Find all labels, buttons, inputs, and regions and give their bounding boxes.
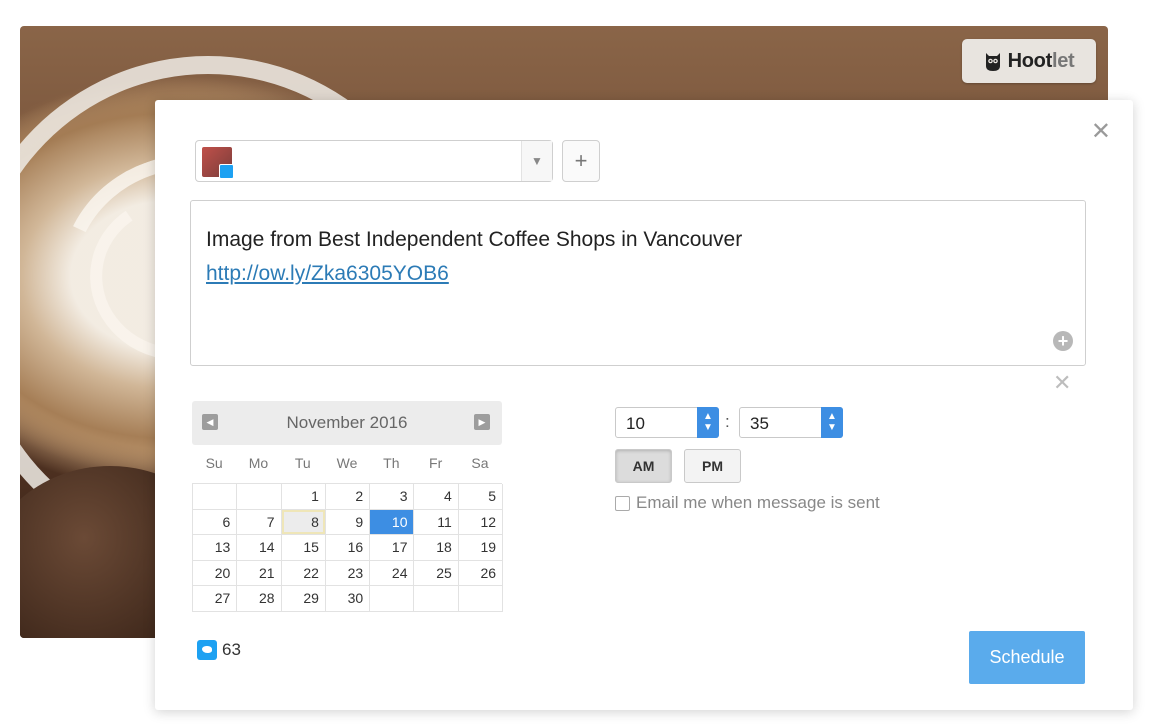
profile-avatar: [202, 147, 234, 179]
day-of-week-label: Su: [205, 455, 223, 471]
twitter-icon: [197, 640, 217, 660]
compose-dialog: ✕ ▼ + Image from Best Independent Coffee…: [155, 100, 1133, 710]
calendar-day[interactable]: 14: [237, 535, 282, 561]
email-option-label: Email me when message is sent: [636, 493, 880, 512]
days-of-week: Su Mo Tu We Th Fr Sa: [192, 455, 502, 475]
minute-spinner-icon[interactable]: ▲ ▼: [821, 407, 843, 438]
hour-select[interactable]: 10 ▲ ▼: [615, 407, 719, 438]
calendar-day[interactable]: 6: [193, 509, 238, 536]
time-separator: :: [725, 412, 730, 431]
calendar-day[interactable]: 19: [458, 535, 504, 561]
twitter-badge-icon: [219, 164, 234, 179]
calendar-day[interactable]: 7: [237, 509, 282, 536]
day-of-week-label: Fr: [429, 455, 443, 471]
calendar-day[interactable]: 28: [237, 586, 282, 612]
clear-schedule-icon[interactable]: ✕: [1053, 372, 1071, 394]
calendar-day[interactable]: 8: [281, 509, 326, 536]
calendar-empty-cell: [370, 586, 415, 612]
calendar-day[interactable]: 15: [281, 535, 326, 561]
day-of-week-label: We: [336, 455, 358, 471]
calendar-header: ◀ November 2016 ▶: [192, 401, 502, 445]
calendar-day[interactable]: 30: [325, 586, 371, 612]
character-counter: 63: [197, 640, 241, 660]
minute-value: 35: [750, 414, 769, 433]
calendar-day[interactable]: 4: [414, 484, 459, 510]
schedule-button[interactable]: Schedule: [969, 631, 1085, 684]
social-profile-select[interactable]: ▼: [195, 140, 553, 182]
add-attachment-icon[interactable]: +: [1053, 331, 1073, 351]
calendar-day[interactable]: 10: [370, 509, 415, 536]
brand-name: Hootlet: [1007, 49, 1075, 72]
calendar-day[interactable]: 13: [193, 535, 238, 561]
calendar-day[interactable]: 5: [458, 484, 504, 510]
calendar-day[interactable]: 2: [325, 484, 371, 510]
email-option[interactable]: Email me when message is sent: [615, 493, 880, 513]
calendar-day[interactable]: 29: [281, 586, 326, 612]
am-pm-toggle: AM PM: [615, 449, 741, 483]
calendar-day[interactable]: 16: [325, 535, 371, 561]
hour-spinner-icon[interactable]: ▲ ▼: [697, 407, 719, 438]
owl-icon: [985, 53, 1000, 71]
minute-select[interactable]: 35 ▲ ▼: [739, 407, 843, 438]
day-of-week-label: Th: [383, 455, 400, 471]
calendar-empty-cell: [237, 484, 282, 510]
calendar-day[interactable]: 23: [325, 560, 371, 587]
day-of-week-label: Sa: [471, 455, 489, 471]
chevron-down-icon[interactable]: ▼: [521, 141, 552, 181]
day-of-week-label: Mo: [248, 455, 269, 471]
calendar-day[interactable]: 25: [414, 560, 459, 587]
calendar-empty-cell: [458, 586, 504, 612]
calendar-day[interactable]: 26: [458, 560, 504, 587]
char-count-value: 63: [222, 640, 241, 659]
calendar-day[interactable]: 1: [281, 484, 326, 510]
email-checkbox[interactable]: [615, 495, 630, 511]
calendar-day[interactable]: 17: [370, 535, 415, 561]
day-of-week-label: Tu: [294, 455, 311, 471]
message-link[interactable]: http://ow.ly/Zka6305YOB6: [206, 262, 449, 285]
add-profile-button[interactable]: +: [562, 140, 600, 182]
close-icon[interactable]: ✕: [1091, 120, 1111, 144]
calendar-empty-cell: [414, 586, 459, 612]
next-month-icon[interactable]: ▶: [474, 414, 490, 430]
date-picker: ◀ November 2016 ▶ Su Mo Tu We Th Fr Sa 1234567…: [192, 401, 504, 612]
hour-value: 10: [626, 414, 645, 433]
month-label: November 2016: [286, 413, 408, 432]
calendar-day[interactable]: 12: [458, 509, 504, 536]
am-button[interactable]: AM: [615, 449, 672, 483]
message-textarea[interactable]: Image from Best Independent Coffee Shops…: [190, 200, 1086, 366]
hootlet-logo: Hootlet: [962, 39, 1096, 83]
calendar-day[interactable]: 3: [370, 484, 415, 510]
calendar-day[interactable]: 18: [414, 535, 459, 561]
calendar-grid: 1 2 3 4 5 6 7 8 9 10 11 12 13 14 15 16 17 18 19 20 21 22 23 24 2…: [192, 483, 504, 612]
calendar-day[interactable]: 20: [193, 560, 238, 587]
calendar-day[interactable]: 24: [370, 560, 415, 587]
calendar-empty-cell: [193, 484, 238, 510]
prev-month-icon[interactable]: ◀: [202, 414, 218, 430]
calendar-day[interactable]: 22: [281, 560, 326, 587]
calendar-day[interactable]: 27: [193, 586, 238, 612]
calendar-day[interactable]: 11: [414, 509, 459, 536]
message-text: Image from Best Independent Coffee Shops…: [206, 228, 743, 251]
pm-button[interactable]: PM: [684, 449, 741, 483]
calendar-day[interactable]: 21: [237, 560, 282, 587]
calendar-day[interactable]: 9: [325, 509, 371, 536]
